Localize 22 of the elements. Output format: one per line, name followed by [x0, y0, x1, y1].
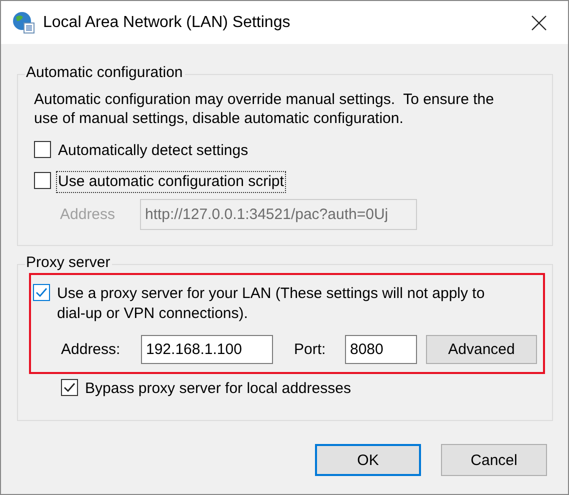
group-title: Proxy server — [25, 254, 112, 272]
checkbox[interactable] — [34, 141, 51, 158]
address-field[interactable]: 192.168.1.100 — [141, 335, 273, 364]
field-label: Port: — [294, 341, 327, 358]
checkbox[interactable] — [61, 379, 78, 396]
close-icon[interactable] — [531, 14, 547, 30]
advanced-button[interactable]: Advanced — [426, 335, 537, 364]
field-label: Address — [60, 206, 116, 223]
checkbox-label[interactable]: Use a proxy server for your LAN (These settings will not apply to dial-up or VPN connections). — [55, 283, 504, 325]
checkmark-icon — [63, 381, 76, 394]
dialog-button[interactable]: Cancel — [441, 444, 547, 476]
checkbox[interactable] — [34, 172, 51, 189]
field-label: Address: — [61, 341, 122, 358]
checkbox-label[interactable]: Bypass proxy server for local addresses — [83, 378, 353, 400]
group-title: Automatic configuration — [25, 64, 185, 82]
globe-icon — [12, 11, 35, 34]
port-field[interactable]: 8080 — [345, 335, 417, 364]
window-title: Local Area Network (LAN) Settings — [43, 14, 292, 32]
checkbox-label[interactable]: Use automatic configuration script — [56, 171, 286, 193]
description-text: Automatic configuration may override manual settings. To ensure the use of manual settings, disable automatic configuration. — [34, 90, 495, 128]
dialog-button[interactable]: OK — [315, 444, 421, 476]
checkbox-label[interactable]: Automatically detect settings — [56, 140, 250, 162]
